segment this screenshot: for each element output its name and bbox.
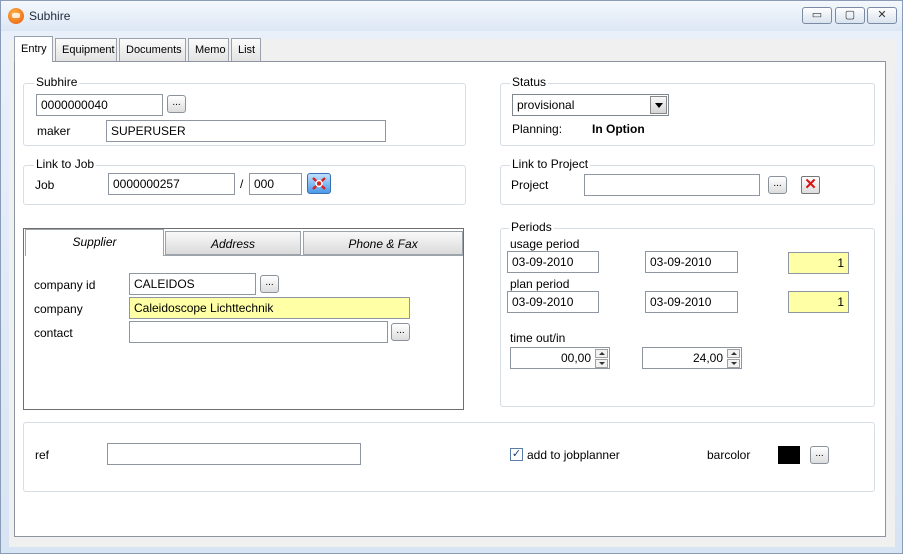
project-field[interactable] (584, 174, 760, 196)
time-in-spinner[interactable] (727, 348, 740, 368)
time-in-value: 24,00 (692, 351, 723, 365)
job-separator: / (240, 177, 244, 191)
ref-field[interactable] (107, 443, 361, 465)
time-in-field[interactable]: 24,00 (642, 347, 742, 369)
maker-field[interactable]: SUPERUSER (106, 120, 386, 142)
link-project-legend: Link to Project (510, 157, 591, 171)
plan-days-field[interactable]: 1 (788, 291, 849, 313)
link-job-group (23, 165, 466, 205)
window-title: Subhire (29, 9, 71, 23)
link-job-icon[interactable] (307, 173, 331, 194)
tab-memo[interactable]: Memo (188, 38, 229, 61)
company-field[interactable]: Caleidoscope Lichttechnik (129, 297, 410, 319)
maker-label: maker (37, 124, 71, 138)
company-id-field[interactable]: CALEIDOS (129, 273, 256, 295)
tab-documents[interactable]: Documents (119, 38, 186, 61)
job-number-field[interactable]: 0000000257 (108, 173, 235, 195)
usage-days-field[interactable]: 1 (788, 252, 849, 274)
contact-field[interactable] (129, 321, 388, 343)
planning-label: Planning: (512, 122, 563, 136)
jobplanner-checkbox[interactable]: ✓ (510, 448, 523, 461)
maximize-button[interactable]: ▢ (835, 7, 865, 24)
barcolor-label: barcolor (707, 448, 751, 462)
job-label: Job (35, 178, 55, 192)
spin-down-icon[interactable] (595, 359, 608, 368)
tab-address[interactable]: Address (165, 231, 301, 255)
subhire-lookup-button[interactable]: ... (167, 95, 186, 113)
usage-from-field[interactable]: 03-09-2010 (507, 251, 599, 273)
planning-value: In Option (592, 122, 645, 136)
spin-up-icon[interactable] (595, 349, 608, 358)
tab-phone-fax[interactable]: Phone & Fax (303, 231, 463, 255)
company-label: company (34, 302, 83, 316)
periods-legend: Periods (509, 220, 554, 234)
close-button[interactable]: ✕ (867, 7, 897, 24)
time-out-spinner[interactable] (595, 348, 608, 368)
job-sub-field[interactable]: 000 (249, 173, 302, 195)
barcolor-swatch[interactable] (778, 446, 800, 464)
ref-label: ref (35, 448, 50, 462)
status-legend: Status (510, 75, 549, 89)
status-select-value: provisional (517, 98, 575, 112)
tab-list[interactable]: List (231, 38, 261, 61)
tab-strip-line (164, 255, 463, 256)
tab-entry[interactable]: Entry (14, 36, 53, 62)
spin-down-icon[interactable] (727, 359, 740, 368)
usage-to-field[interactable]: 03-09-2010 (645, 251, 738, 273)
jobplanner-label: add to jobplanner (527, 448, 620, 462)
status-select[interactable]: provisional (512, 94, 669, 116)
project-lookup-button[interactable]: ... (768, 176, 787, 194)
plan-period-label: plan period (510, 277, 570, 291)
time-out-value: 00,00 (560, 351, 591, 365)
tab-equipment[interactable]: Equipment (55, 38, 117, 61)
plan-from-field[interactable]: 03-09-2010 (507, 291, 599, 313)
barcolor-button[interactable]: ... (810, 446, 829, 464)
time-out-field[interactable]: 00,00 (510, 347, 610, 369)
subhire-number-field[interactable]: 0000000040 (36, 94, 163, 116)
company-id-label: company id (34, 278, 96, 292)
delete-icon[interactable]: ✕ (801, 176, 820, 194)
minimize-button[interactable]: ▭ (802, 7, 832, 24)
contact-lookup-button[interactable]: ... (391, 323, 410, 341)
chevron-down-icon[interactable] (650, 96, 667, 114)
time-out-in-label: time out/in (510, 331, 566, 345)
plan-to-field[interactable]: 03-09-2010 (645, 291, 738, 313)
tab-supplier[interactable]: Supplier (25, 229, 164, 256)
link-job-legend: Link to Job (34, 157, 97, 171)
usage-period-label: usage period (510, 237, 580, 251)
app-icon (8, 8, 24, 24)
spin-up-icon[interactable] (727, 349, 740, 358)
title-bar: Subhire ▭ ▢ ✕ (1, 1, 902, 31)
project-label: Project (511, 178, 549, 192)
company-lookup-button[interactable]: ... (260, 275, 279, 293)
contact-label: contact (34, 326, 73, 340)
subhire-legend: Subhire (34, 75, 80, 89)
